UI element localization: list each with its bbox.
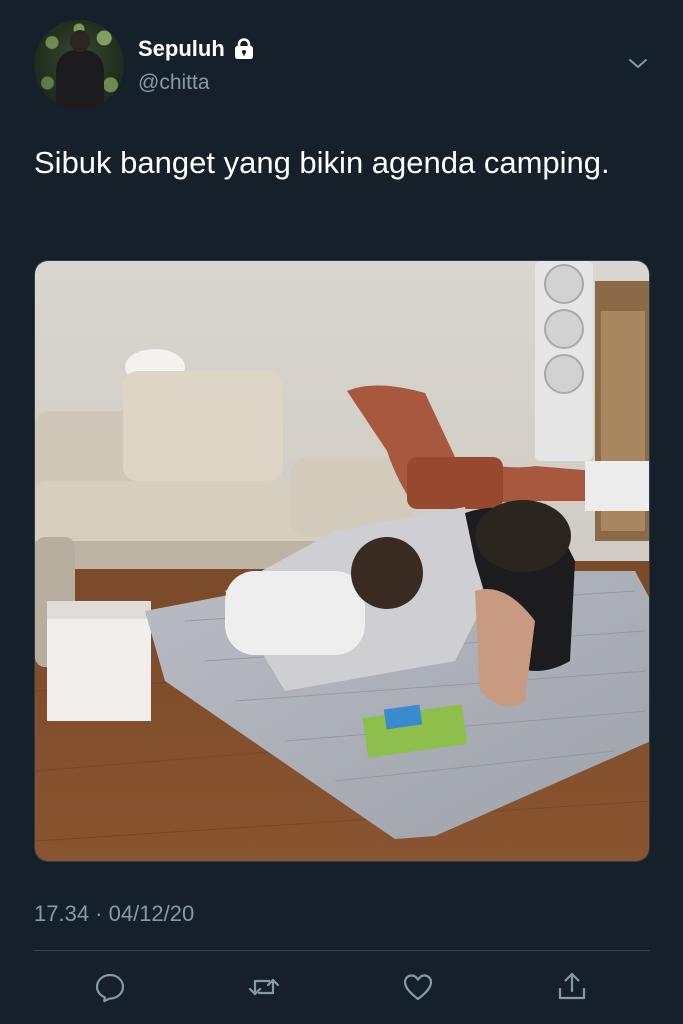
tweet-actions: [34, 964, 650, 1010]
tweet-text: Sibuk banget yang bikin agenda camping.: [34, 145, 610, 180]
retweet-icon: [248, 978, 280, 996]
share-icon: [558, 972, 586, 1000]
divider: [34, 950, 650, 951]
share-button[interactable]: [555, 970, 589, 1004]
tweet-header: Sepuluh @chitta: [34, 20, 654, 112]
avatar[interactable]: [34, 20, 124, 110]
photo-illustration: [35, 261, 649, 861]
user-handle[interactable]: @chitta: [138, 71, 210, 95]
avatar-person-body: [56, 50, 104, 110]
avatar-person-head: [70, 30, 90, 52]
like-button[interactable]: [401, 970, 435, 1004]
reply-icon: [95, 973, 125, 1003]
reply-button[interactable]: [93, 970, 127, 1004]
tweet-photo[interactable]: [34, 260, 650, 862]
lock-icon: [233, 38, 255, 60]
heart-icon: [403, 974, 433, 1001]
tweet-timestamp[interactable]: 17.34 · 04/12/20: [34, 901, 194, 927]
name-row: Sepuluh: [138, 36, 255, 62]
retweet-button[interactable]: [247, 970, 281, 1004]
chevron-down-icon[interactable]: [626, 52, 650, 76]
display-name[interactable]: Sepuluh: [138, 36, 225, 62]
